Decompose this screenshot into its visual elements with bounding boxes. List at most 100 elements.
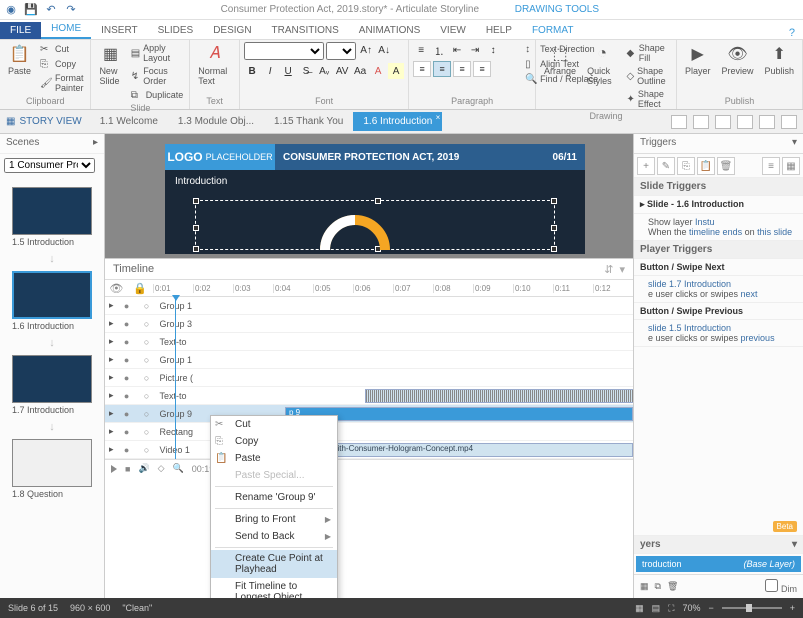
timeline-row[interactable]: ▸●○Video 1sinessman-With-Consumer-Hologr… <box>105 441 633 459</box>
lock-icon[interactable]: ○ <box>140 301 154 311</box>
lock-header-icon[interactable]: 🔒 <box>133 282 147 295</box>
dim-checkbox[interactable] <box>765 579 778 592</box>
del-layer-icon[interactable]: 🗑 <box>667 581 678 592</box>
menu-item[interactable]: Fit Timeline to Longest Object <box>211 578 337 598</box>
slide-thumb[interactable]: 1.5 Introduction <box>12 187 92 247</box>
tab-format[interactable]: FORMAT <box>522 22 583 39</box>
layer-item[interactable]: troduction(Base Layer) <box>636 556 801 572</box>
grow-font-icon[interactable]: A↑ <box>358 42 374 58</box>
menu-item[interactable]: 📋Paste <box>211 450 337 467</box>
timeline-row[interactable]: ▸●○Group 1 <box>105 297 633 315</box>
eye-icon[interactable]: ● <box>120 427 134 437</box>
tab-animations[interactable]: ANIMATIONS <box>349 22 430 39</box>
eye-icon[interactable]: ● <box>120 391 134 401</box>
cal-icon[interactable]: ▦ <box>782 157 800 175</box>
eye-header-icon[interactable]: 👁 <box>109 282 123 295</box>
grid-icon[interactable] <box>759 115 775 129</box>
lock-icon[interactable]: ○ <box>140 373 154 383</box>
gear-icon[interactable] <box>781 115 797 129</box>
lock-icon[interactable]: ○ <box>140 355 154 365</box>
fit-icon[interactable]: ⛶ <box>668 603 674 614</box>
expand-icon[interactable]: ▸ <box>109 426 114 437</box>
shape-outline-button[interactable]: ◇Shape Outline <box>624 65 672 87</box>
find-replace-button[interactable]: 🔍Find / Replace <box>523 72 600 86</box>
eye-icon[interactable]: ● <box>120 355 134 365</box>
audio-bar[interactable] <box>365 389 633 403</box>
shrink-font-icon[interactable]: A↓ <box>376 42 392 58</box>
lock-icon[interactable]: ○ <box>140 427 154 437</box>
story-view-button[interactable]: ▦ STORY VIEW <box>6 116 82 127</box>
align-text-button[interactable]: ▯Align Text <box>523 57 600 71</box>
trigger-item[interactable]: Show layer Instu When the timeline ends … <box>634 214 803 241</box>
timeline-row[interactable]: ▸●○Text-to <box>105 387 633 405</box>
text-direction-button[interactable]: ↕Text Direction <box>523 42 600 56</box>
copy-trigger-icon[interactable]: ⎘ <box>677 157 695 175</box>
zoom-icon[interactable]: 🔍 <box>173 463 184 474</box>
expand-icon[interactable]: ▸ <box>109 408 114 419</box>
menu-item[interactable]: Create Cue Point at Playhead <box>211 550 337 578</box>
menu-item[interactable]: ✂Cut <box>211 416 337 433</box>
numbering-button[interactable]: ⒈ <box>431 42 447 58</box>
strike-button[interactable]: S̶ <box>298 63 314 79</box>
playhead[interactable] <box>175 297 176 459</box>
redo-icon[interactable]: ↷ <box>64 3 78 17</box>
edit-trigger-icon[interactable]: ✎ <box>657 157 675 175</box>
tab-file[interactable]: FILE <box>0 22 41 39</box>
add-layer-icon[interactable]: ▦ <box>640 581 649 592</box>
dec-indent-button[interactable]: ⇤ <box>449 42 465 58</box>
highlight-button[interactable]: A <box>388 63 404 79</box>
timeline-row[interactable]: ▸●○Group 1 <box>105 351 633 369</box>
zoom-out-button[interactable]: − <box>708 603 713 613</box>
eye-icon[interactable]: ● <box>120 337 134 347</box>
eye-icon[interactable]: ● <box>120 301 134 311</box>
device-phone-l-icon[interactable] <box>715 115 731 129</box>
save-icon[interactable]: 💾 <box>24 3 38 17</box>
new-slide-button[interactable]: ▦New Slide <box>95 42 125 88</box>
align-left-button[interactable]: ≡ <box>413 61 431 77</box>
paste-trigger-icon[interactable]: 📋 <box>697 157 715 175</box>
align-right-button[interactable]: ≡ <box>453 61 471 77</box>
preview-button[interactable]: 👁Preview <box>717 42 757 78</box>
expand-icon[interactable]: ▸ <box>109 318 114 329</box>
help-icon[interactable]: ? <box>781 27 803 39</box>
expand-icon[interactable]: ▸ <box>109 336 114 347</box>
device-desktop-icon[interactable] <box>671 115 687 129</box>
delete-trigger-icon[interactable]: 🗑 <box>717 157 735 175</box>
cut-button[interactable]: ✂Cut <box>38 42 86 56</box>
shadow-button[interactable]: Aᵥ <box>316 63 332 79</box>
slide-tab[interactable]: 1.1 Welcome <box>90 112 168 131</box>
tab-help[interactable]: HELP <box>476 22 522 39</box>
timeline-row[interactable]: ▸●○Rectang <box>105 423 633 441</box>
device-tablet-icon[interactable] <box>693 115 709 129</box>
bullets-button[interactable]: ≡ <box>413 42 429 58</box>
menu-item[interactable]: Rename 'Group 9' <box>211 489 337 506</box>
slide-tab[interactable]: 1.3 Module Obj... <box>168 112 264 131</box>
shape-effect-button[interactable]: ✦Shape Effect <box>624 88 672 110</box>
line-spacing-button[interactable]: ↕ <box>485 42 501 58</box>
slide-thumb[interactable]: 1.7 Introduction <box>12 355 92 415</box>
timeline-row[interactable]: ▸●○Group 9p 9 <box>105 405 633 423</box>
lock-icon[interactable]: ○ <box>140 445 154 455</box>
lock-icon[interactable]: ○ <box>140 319 154 329</box>
copy-button[interactable]: ⎘Copy <box>38 57 86 71</box>
expand-icon[interactable]: ▸ <box>109 372 114 383</box>
normal-text-button[interactable]: 𝐴Normal Text <box>194 42 235 88</box>
device-phone-icon[interactable] <box>737 115 753 129</box>
slide-thumb[interactable]: 1.8 Question <box>12 439 92 499</box>
format-painter-button[interactable]: 🖌Format Painter <box>38 72 86 94</box>
tab-insert[interactable]: INSERT <box>91 22 148 39</box>
timeline-row[interactable]: ▸●○Text-to <box>105 333 633 351</box>
lock-icon[interactable]: ○ <box>140 391 154 401</box>
apply-layout-button[interactable]: ▤Apply Layout <box>129 42 186 64</box>
menu-item[interactable]: Bring to Front▶ <box>211 511 337 528</box>
expand-icon[interactable]: ▸ <box>109 354 114 365</box>
timeline-row[interactable]: ▸●○Group 3 <box>105 315 633 333</box>
timeline-row[interactable]: ▸●○Picture ( <box>105 369 633 387</box>
add-trigger-icon[interactable]: + <box>637 157 655 175</box>
canvas[interactable]: LOGOPLACEHOLDER CONSUMER PROTECTION ACT,… <box>105 134 633 598</box>
trigger-item[interactable]: slide 1.7 Introduction e user clicks or … <box>634 276 803 303</box>
close-icon[interactable]: × <box>436 113 441 122</box>
marker-icon[interactable]: ◇ <box>158 463 165 474</box>
focus-order-button[interactable]: ↯Focus Order <box>129 65 186 87</box>
paste-button[interactable]: 📋Paste <box>4 42 35 78</box>
